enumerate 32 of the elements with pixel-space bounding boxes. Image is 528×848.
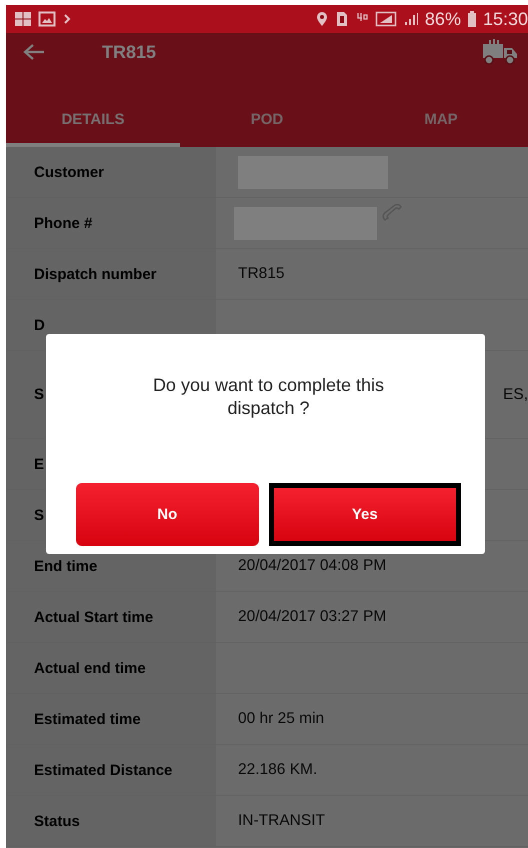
field-label: Actual Start time <box>6 592 216 642</box>
tab[interactable]: MAP <box>354 71 528 147</box>
battery-icon <box>466 11 477 27</box>
screen-title: TR815 <box>102 42 158 62</box>
field-value: TR815 <box>238 265 285 283</box>
signal-bars-icon <box>402 11 419 27</box>
location-pin-icon <box>314 11 329 27</box>
dialog-button[interactable]: Yes <box>268 483 461 546</box>
field-value: IN-TRANSIT <box>238 812 325 830</box>
image-icon <box>38 11 56 27</box>
sim-card-icon <box>334 11 349 27</box>
field-value: 22.186 KM. <box>238 761 318 779</box>
dialog-button[interactable]: No <box>76 483 258 546</box>
signal-icon <box>374 11 397 27</box>
field-label: Status <box>6 796 216 846</box>
field-label: Estimated time <box>6 694 216 744</box>
tab[interactable]: POD <box>180 71 354 147</box>
field-value: 20/04/2017 04:08 PM <box>238 557 386 575</box>
back-button[interactable] <box>22 43 46 61</box>
field-label: Estimated Distance <box>6 745 216 795</box>
field-value: 20/04/2017 03:27 PM <box>238 608 386 626</box>
truck-button[interactable] <box>482 38 518 66</box>
truck-icon <box>482 38 518 66</box>
battery-percent: 86% <box>424 8 461 30</box>
field-label: Customer <box>6 147 216 197</box>
back-arrow-icon <box>22 43 46 61</box>
field-label: Dispatch number <box>6 249 216 299</box>
field-label: Phone # <box>6 198 216 248</box>
field-label: Actual end time <box>6 643 216 693</box>
clock: 15:30 <box>482 8 528 30</box>
field-value: 00 hr 25 min <box>238 710 324 728</box>
field-value: ES, <box>503 386 528 404</box>
